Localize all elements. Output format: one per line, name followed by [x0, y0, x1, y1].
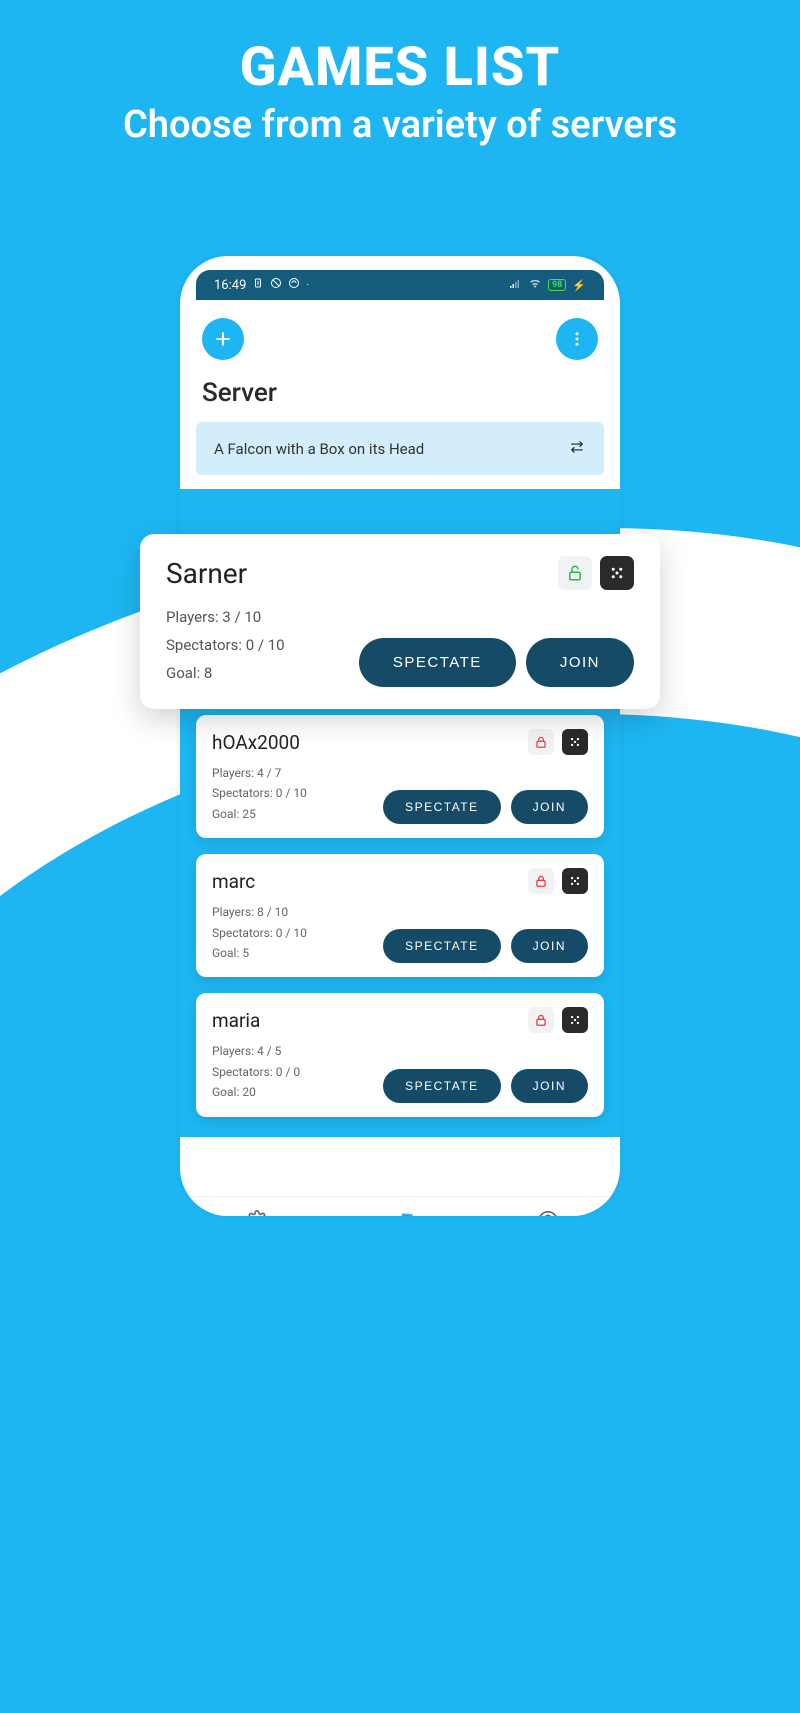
dice-icon: [600, 556, 634, 590]
room-spectators: Spectators: 0 / 10: [212, 923, 307, 943]
room-card: marc Players: 8 / 10 Spectators: 0 / 10 …: [196, 854, 604, 977]
battery-saver-icon: [252, 277, 264, 293]
status-time: 16:49: [214, 278, 246, 293]
profile-icon: [537, 1210, 559, 1217]
more-menu-button[interactable]: [556, 318, 598, 360]
join-button[interactable]: JOIN: [511, 929, 588, 963]
room-players: Players: 4 / 5: [212, 1041, 300, 1061]
lock-closed-icon: [528, 1007, 554, 1033]
room-goal: Goal: 25: [212, 804, 307, 824]
server-selector[interactable]: A Falcon with a Box on its Head: [196, 422, 604, 475]
join-button[interactable]: JOIN: [511, 1069, 588, 1103]
hero-banner: GAMES LIST Choose from a variety of serv…: [0, 0, 800, 147]
room-spectators: Spectators: 0 / 10: [166, 632, 285, 660]
swap-icon: [568, 438, 586, 459]
room-card: hOAx2000 Players: 4 / 7 Spectators: 0 / …: [196, 715, 604, 838]
hero-title: GAMES LIST: [0, 36, 800, 99]
room-spectators: Spectators: 0 / 0: [212, 1062, 300, 1082]
battery-indicator: 98: [548, 279, 566, 291]
nav-settings[interactable]: Settings: [235, 1210, 279, 1217]
sync-off-icon: [288, 277, 300, 293]
cards-icon: [394, 1210, 416, 1217]
nav-home[interactable]: Home: [389, 1210, 421, 1217]
bottom-nav: Settings Home Profile: [180, 1196, 620, 1216]
wifi-icon: [528, 278, 542, 293]
room-name: marc: [212, 870, 255, 893]
hero-subtitle: Choose from a variety of servers: [0, 103, 800, 147]
dnd-icon: [270, 277, 282, 293]
room-players: Players: 3 / 10: [166, 604, 285, 632]
spectate-button[interactable]: SPECTATE: [383, 1069, 501, 1103]
room-name: hOAx2000: [212, 731, 300, 754]
spectate-button[interactable]: SPECTATE: [359, 638, 516, 687]
section-title-server: Server: [196, 370, 604, 422]
room-spectators: Spectators: 0 / 10: [212, 783, 307, 803]
join-button[interactable]: JOIN: [511, 790, 588, 824]
room-players: Players: 4 / 7: [212, 763, 307, 783]
dice-icon: [562, 868, 588, 894]
server-name: A Falcon with a Box on its Head: [214, 440, 424, 458]
dice-icon: [562, 1007, 588, 1033]
lock-closed-icon: [528, 729, 554, 755]
room-goal: Goal: 20: [212, 1082, 300, 1102]
room-name: Sarner: [166, 557, 247, 590]
status-bar: 16:49 · 98 ⚡: [196, 270, 604, 300]
phone-frame: 16:49 · 98 ⚡: [180, 256, 620, 1216]
join-button[interactable]: JOIN: [526, 638, 634, 687]
room-players: Players: 8 / 10: [212, 902, 307, 922]
charging-icon: ⚡: [572, 279, 586, 292]
lock-open-icon: [558, 556, 592, 590]
spectate-button[interactable]: SPECTATE: [383, 929, 501, 963]
gear-icon: [246, 1210, 268, 1217]
lock-closed-icon: [528, 868, 554, 894]
nav-profile[interactable]: Profile: [531, 1210, 565, 1217]
room-goal: Goal: 8: [166, 660, 285, 688]
add-button[interactable]: [202, 318, 244, 360]
dice-icon: [562, 729, 588, 755]
spectate-button[interactable]: SPECTATE: [383, 790, 501, 824]
room-goal: Goal: 5: [212, 943, 307, 963]
room-card: maria Players: 4 / 5 Spectators: 0 / 0 G…: [196, 993, 604, 1116]
room-name: maria: [212, 1009, 260, 1032]
signal-icon: [508, 278, 522, 293]
featured-room-card: Sarner Players: 3 / 10 Spectators: 0 / 1…: [140, 534, 660, 709]
